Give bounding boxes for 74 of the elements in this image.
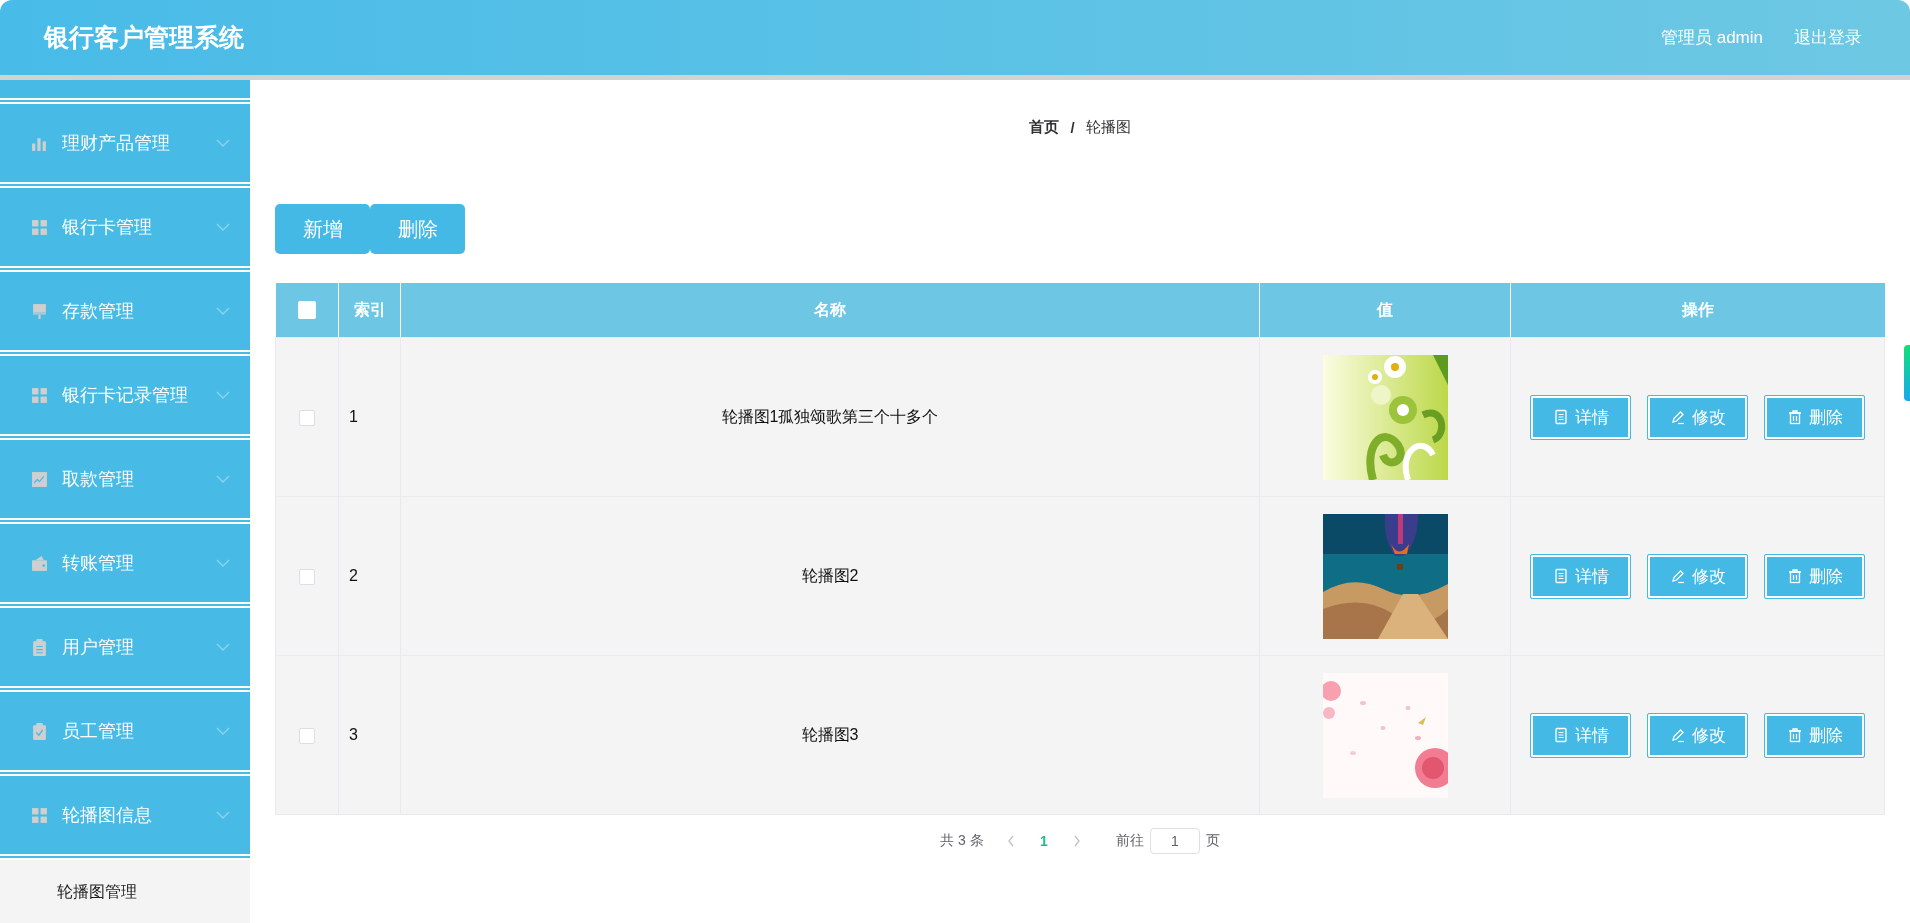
breadcrumb-item: 轮播图 [1085, 118, 1131, 137]
detail-button[interactable]: 详情 [1530, 553, 1631, 599]
sidebar-item[interactable]: 银行卡管理 [0, 188, 250, 266]
pencil-icon [1669, 568, 1686, 584]
total-count: 共 3 条 [940, 832, 984, 850]
grid-icon [31, 218, 48, 236]
chevron-icon [216, 558, 230, 568]
chevron-icon [216, 642, 230, 652]
name-cell: 轮播图1孤独颂歌第三个十多个 [721, 407, 939, 425]
page-suffix: 页 [1205, 832, 1220, 850]
document-icon [1552, 409, 1569, 425]
column-header: 名称 [814, 300, 846, 318]
submenu-item[interactable]: 轮播图管理 [0, 860, 250, 923]
chevron-left-icon[interactable] [1005, 834, 1016, 848]
detail-button[interactable]: 详情 [1530, 712, 1631, 758]
detail-button[interactable]: 详情 [1530, 394, 1631, 440]
chevron-icon [216, 222, 230, 232]
trash-icon [1786, 568, 1803, 584]
delete-button[interactable]: 删除 [1764, 712, 1865, 758]
delete-button[interactable]: 删除 [1764, 394, 1865, 440]
wallet-icon [31, 554, 48, 572]
sidebar-item[interactable]: 银行卡记录管理 [0, 356, 250, 434]
pencil-icon [1669, 409, 1686, 425]
app-title: 银行客户管理系统 [44, 22, 245, 53]
sidebar-item[interactable]: 员工管理 [0, 692, 250, 770]
add-button[interactable]: 新增 [275, 204, 370, 254]
brush-icon [31, 302, 48, 320]
document-icon [1552, 727, 1569, 743]
logout-link[interactable]: 退出登录 [1794, 26, 1862, 49]
page-number[interactable]: 1 [1033, 833, 1054, 849]
scroll-indicator[interactable] [1904, 345, 1910, 401]
chevron-icon [216, 810, 230, 820]
grid-icon [31, 806, 48, 824]
name-cell: 轮播图3 [801, 725, 859, 743]
goto-label: 前往 [1115, 832, 1144, 850]
clipboard-icon [31, 638, 48, 656]
column-header: 索引 [353, 300, 386, 318]
column-header: 操作 [1681, 300, 1714, 318]
sidebar-item[interactable]: 转账管理 [0, 524, 250, 602]
edit-button[interactable]: 修改 [1647, 553, 1748, 599]
delete-button[interactable]: 删除 [370, 204, 465, 254]
sidebar-item[interactable]: 用户管理 [0, 608, 250, 686]
breadcrumb-separator: / [1070, 119, 1075, 136]
chevron-icon [216, 726, 230, 736]
clipboard-check-icon [31, 722, 48, 740]
sidebar-item[interactable]: 理财产品管理 [0, 104, 250, 182]
pencil-icon [1669, 727, 1686, 743]
breadcrumb-item[interactable]: 首页 [1029, 118, 1060, 137]
sidebar-item[interactable]: 存款管理 [0, 272, 250, 350]
user-label: 管理员 admin [1660, 27, 1763, 49]
edit-button[interactable]: 修改 [1647, 394, 1748, 440]
index-cell: 3 [349, 726, 358, 743]
document-icon [1552, 568, 1569, 584]
trend-chart-icon [31, 470, 48, 488]
chevron-icon [216, 390, 230, 400]
trash-icon [1786, 409, 1803, 425]
row-checkbox[interactable] [299, 568, 315, 585]
grid-icon [31, 386, 48, 404]
chevron-icon [216, 306, 230, 316]
select-all-checkbox[interactable] [297, 301, 316, 320]
chevron-icon [216, 474, 230, 484]
sidebar-item[interactable]: 轮播图信息 [0, 776, 250, 854]
index-cell: 2 [349, 567, 358, 584]
index-cell: 1 [349, 408, 358, 425]
edit-button[interactable]: 修改 [1647, 712, 1748, 758]
trash-icon [1786, 727, 1803, 743]
row-checkbox[interactable] [299, 409, 315, 426]
name-cell: 轮播图2 [801, 566, 859, 584]
page-input[interactable]: 1 [1149, 828, 1200, 854]
row-checkbox[interactable] [299, 727, 315, 744]
delete-button[interactable]: 删除 [1764, 553, 1865, 599]
chevron-icon [216, 138, 230, 148]
sidebar-item[interactable]: 取款管理 [0, 440, 250, 518]
column-header: 值 [1377, 300, 1393, 318]
